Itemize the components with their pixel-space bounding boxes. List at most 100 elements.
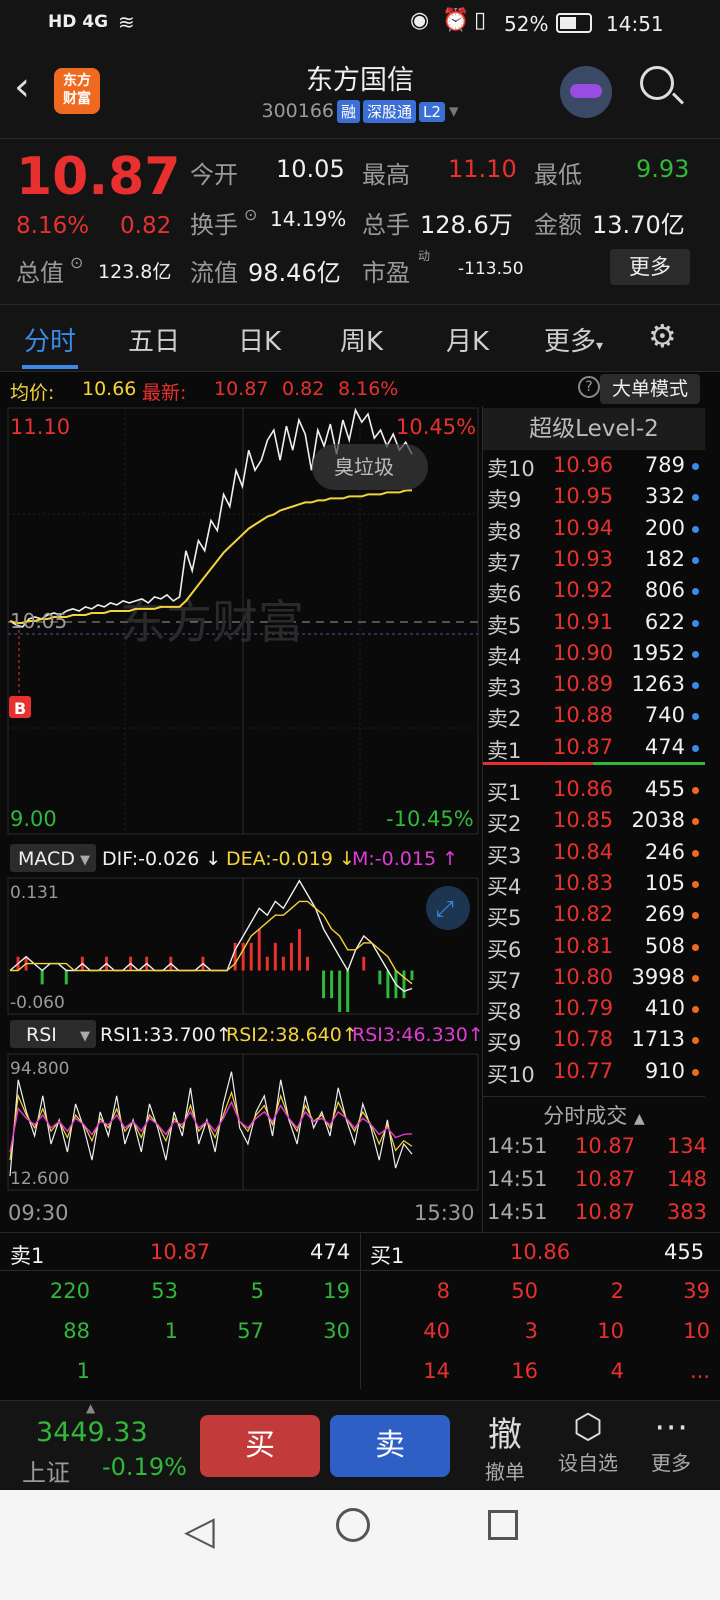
robot-avatar-icon[interactable] bbox=[560, 66, 612, 118]
level2-title[interactable]: 超级Level-2 bbox=[483, 408, 705, 450]
order-dot-icon bbox=[692, 463, 699, 470]
trade-price: 10.87 bbox=[575, 1134, 636, 1158]
hexagon-icon: ⬡ bbox=[573, 1407, 603, 1447]
chevron-up-icon[interactable]: ▲ bbox=[86, 1401, 95, 1415]
order-book-row[interactable]: 买1 10.86 455 bbox=[483, 774, 709, 806]
index-name[interactable]: 上证 bbox=[22, 1453, 70, 1488]
queue-cell: 16 bbox=[511, 1359, 538, 1383]
rsi1-readout: RSI1:33.700↑ bbox=[100, 1024, 232, 1046]
battery-percent: 52% bbox=[504, 12, 549, 36]
macd-header: MACD ▼ DIF:-0.026 ↓ DEA:-0.019 ↓ M:-0.01… bbox=[10, 844, 458, 872]
order-volume: 806 bbox=[644, 578, 685, 603]
order-volume: 182 bbox=[644, 546, 685, 571]
tab-intraday[interactable]: 分时 bbox=[24, 321, 76, 358]
order-book-row[interactable]: 买10 10.77 910 bbox=[483, 1056, 709, 1088]
order-book-row[interactable]: 买9 10.78 1713 bbox=[483, 1024, 709, 1056]
gear-icon[interactable]: ⚙ bbox=[648, 317, 677, 355]
order-book-row[interactable]: 卖2 10.88 740 bbox=[483, 700, 709, 732]
order-price: 10.96 bbox=[553, 453, 614, 477]
order-book-row[interactable]: 卖8 10.94 200 bbox=[483, 513, 709, 545]
order-book-row[interactable]: 卖10 10.96 789 bbox=[483, 450, 709, 482]
order-dot-icon bbox=[692, 880, 699, 888]
macd-dif: DIF:-0.026 ↓ bbox=[102, 848, 221, 870]
sell-button[interactable]: 卖 bbox=[330, 1415, 450, 1477]
order-book-row[interactable]: 买7 10.80 3998 bbox=[483, 962, 709, 994]
pe-value: -113.50 bbox=[458, 259, 524, 279]
time-start-label: 09:30 bbox=[8, 1201, 69, 1225]
nav-home-icon[interactable] bbox=[336, 1508, 370, 1542]
order-price: 10.77 bbox=[553, 1058, 614, 1083]
order-dot-icon bbox=[692, 787, 699, 794]
more-menu-button[interactable]: ⋯ 更多 bbox=[636, 1407, 706, 1476]
queue-cell: 5 bbox=[250, 1279, 264, 1303]
rsi-max-label: 94.800 bbox=[10, 1059, 69, 1079]
add-watchlist-button[interactable]: ⬡ 设自选 bbox=[548, 1407, 628, 1476]
order-book-row[interactable]: 卖4 10.90 1952 bbox=[483, 638, 709, 670]
order-book-row[interactable]: 买3 10.84 246 bbox=[483, 837, 709, 869]
info-icon[interactable]: ⊙ bbox=[70, 253, 83, 272]
order-dot-icon bbox=[692, 849, 699, 857]
rsi-min-label: 12.600 bbox=[10, 1169, 69, 1189]
trade-volume: 134 bbox=[666, 1134, 707, 1158]
order-book-row[interactable]: 卖3 10.89 1263 bbox=[483, 669, 709, 701]
trade-time: 14:51 bbox=[487, 1134, 548, 1158]
more-button[interactable]: 更多 bbox=[610, 249, 690, 285]
order-book-row[interactable]: 买2 10.85 2038 bbox=[483, 805, 709, 837]
order-book-row[interactable]: 卖6 10.92 806 bbox=[483, 575, 709, 607]
order-level-label: 卖9 bbox=[487, 488, 522, 513]
queue-buy-label: 买1 bbox=[370, 1244, 405, 1268]
macd-max-label: 0.131 bbox=[10, 883, 59, 903]
help-icon[interactable]: ? bbox=[578, 376, 600, 398]
order-price: 10.94 bbox=[553, 515, 614, 540]
order-book-row[interactable]: 买5 10.82 269 bbox=[483, 899, 709, 931]
order-price: 10.84 bbox=[553, 839, 614, 864]
dropdown-icon[interactable]: ▾ bbox=[449, 100, 459, 122]
volume-value: 128.6万 bbox=[420, 211, 513, 239]
chevron-down-icon: ▼ bbox=[80, 1029, 90, 1044]
search-icon[interactable] bbox=[640, 66, 685, 105]
order-price: 10.82 bbox=[553, 902, 614, 927]
order-book-row[interactable]: 卖7 10.93 182 bbox=[483, 544, 709, 576]
system-nav-bar: ◁ bbox=[0, 1490, 720, 1600]
macd-min-label: -0.060 bbox=[10, 993, 65, 1013]
turnover-value: 14.19% bbox=[270, 207, 347, 231]
order-dot-icon bbox=[692, 744, 699, 752]
turnover-label: 换手 bbox=[190, 211, 238, 239]
low-value: 9.93 bbox=[636, 155, 690, 183]
order-book-row[interactable]: 买4 10.83 105 bbox=[483, 868, 709, 900]
order-price: 10.80 bbox=[553, 964, 614, 989]
order-dot-icon bbox=[692, 494, 699, 502]
order-volume: 789 bbox=[644, 453, 685, 477]
info-icon[interactable]: ⊙ bbox=[244, 205, 257, 224]
tab-more[interactable]: 更多▾ bbox=[544, 321, 603, 358]
tab-five-day[interactable]: 五日 bbox=[128, 321, 180, 358]
order-volume: 1263 bbox=[631, 672, 685, 697]
order-volume: 910 bbox=[644, 1058, 685, 1083]
stock-code-row: 300166 融深股通 L2 ▾ bbox=[0, 100, 720, 123]
queue-cell: ... bbox=[689, 1359, 710, 1383]
order-book-row[interactable]: 买6 10.81 508 bbox=[483, 931, 709, 963]
tab-indicator bbox=[22, 365, 78, 369]
order-level-label: 买10 bbox=[487, 1062, 535, 1087]
big-order-mode-button[interactable]: 大单模式 bbox=[600, 374, 700, 404]
order-book-row[interactable]: 卖1 10.87 474 bbox=[483, 732, 709, 764]
trade-time: 14:51 bbox=[487, 1167, 548, 1191]
index-value[interactable]: 3449.33 bbox=[36, 1417, 148, 1448]
nav-recent-icon[interactable] bbox=[488, 1510, 518, 1540]
timeline-title[interactable]: 分时成交 ▲ bbox=[483, 1100, 705, 1130]
order-book-row[interactable]: 买8 10.79 410 bbox=[483, 993, 709, 1025]
tab-week-k[interactable]: 周K bbox=[340, 321, 383, 358]
rsi-chart: 94.800 12.600 bbox=[7, 1053, 479, 1191]
trade-time: 14:51 bbox=[487, 1200, 548, 1224]
buy-button[interactable]: 买 bbox=[200, 1415, 320, 1477]
dif-line bbox=[9, 879, 413, 993]
order-book-row[interactable]: 卖5 10.91 622 bbox=[483, 607, 709, 639]
tab-month-k[interactable]: 月K bbox=[446, 321, 489, 358]
index-change[interactable]: -0.19% bbox=[102, 1453, 187, 1481]
macd-title: MACD bbox=[18, 848, 75, 870]
tab-day-k[interactable]: 日K bbox=[238, 321, 281, 358]
order-book-row[interactable]: 卖9 10.95 332 bbox=[483, 481, 709, 513]
nav-back-icon[interactable]: ◁ bbox=[184, 1508, 215, 1554]
chevron-down-icon: ▼ bbox=[80, 853, 90, 868]
cancel-order-button[interactable]: 撤 撤单 bbox=[470, 1407, 540, 1485]
